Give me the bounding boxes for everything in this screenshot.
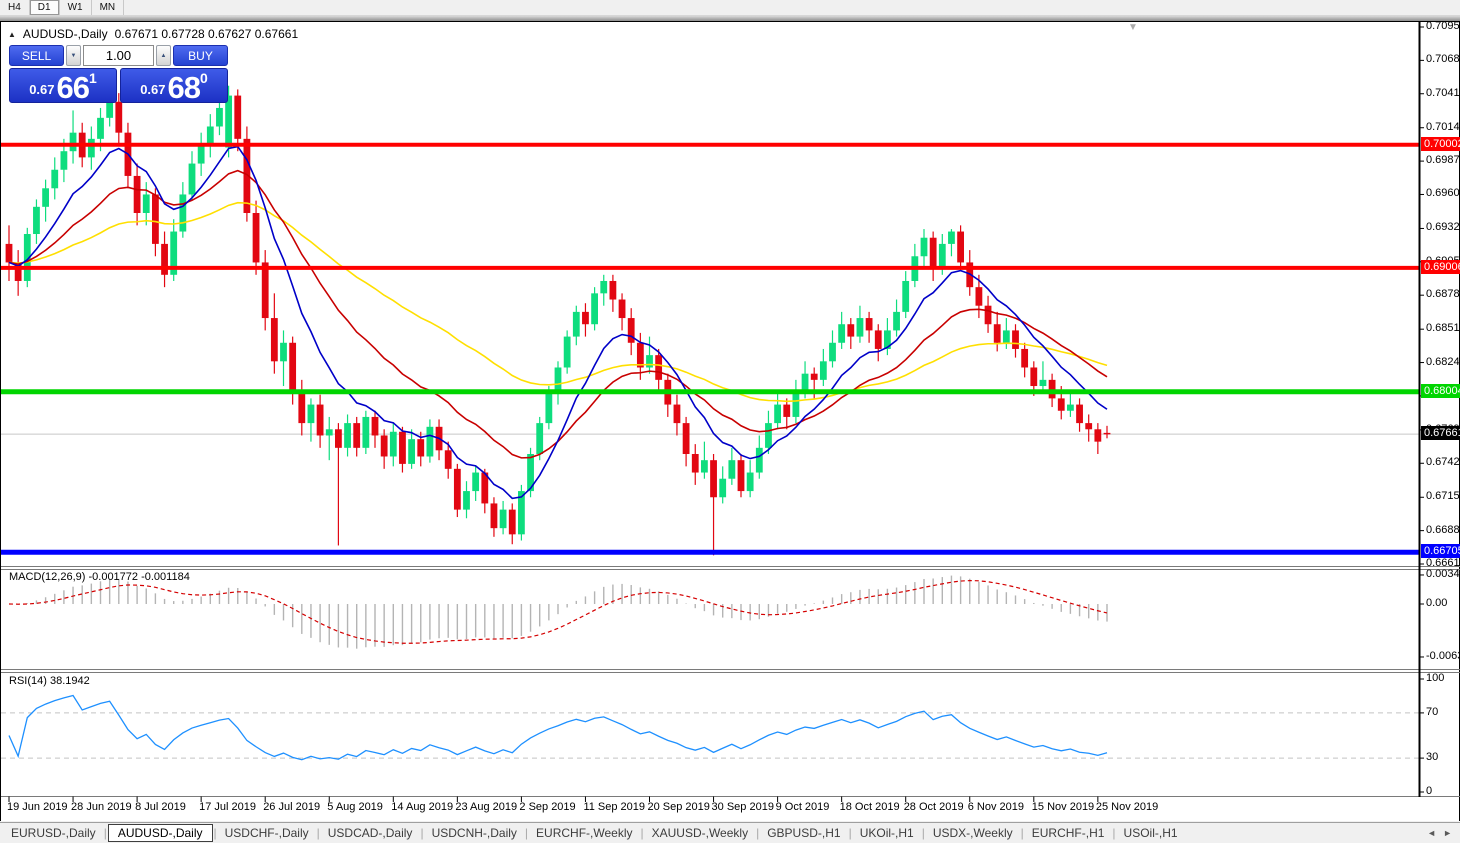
date-label: 6 Nov 2019 — [968, 801, 1024, 813]
price-tick-label: 0.66880 — [1426, 524, 1460, 537]
sell-price-point: 1 — [89, 70, 97, 86]
volume-input[interactable] — [83, 45, 154, 66]
rsi-scale-label: 70 — [1426, 706, 1438, 719]
price-line-label: 0.66705 — [1421, 544, 1460, 558]
timeframe-button-mn[interactable]: MN — [92, 0, 125, 15]
sell-quote[interactable]: 0.67 66 1 — [9, 68, 117, 103]
timeframe-button-d1[interactable]: D1 — [30, 0, 60, 15]
date-label: 8 Jul 2019 — [135, 801, 186, 813]
volume-decrease-button[interactable]: ▼ — [66, 45, 81, 66]
arrow-up-icon: ▲ — [161, 53, 167, 59]
tab-usdcnh-daily[interactable]: USDCNH-,Daily — [425, 825, 524, 841]
tab-gbpusd-h1[interactable]: GBPUSD-,H1 — [760, 825, 847, 841]
price-line-label: 0.70002 — [1421, 137, 1460, 151]
timeframe-button-w1[interactable]: W1 — [60, 0, 92, 15]
current-price-label: 0.67661 — [1421, 426, 1460, 440]
collapse-panel-icon[interactable]: ▲ — [8, 30, 16, 39]
one-click-trading-panel: SELL ▼ ▲ BUY 0.67 66 1 0.67 68 0 — [9, 45, 228, 103]
date-label: 5 Aug 2019 — [327, 801, 383, 813]
tab-eurusd-daily[interactable]: EURUSD-,Daily — [4, 825, 103, 841]
tab-usdchf-daily[interactable]: USDCHF-,Daily — [218, 825, 316, 841]
volume-increase-button[interactable]: ▲ — [156, 45, 171, 66]
date-label: 23 Aug 2019 — [455, 801, 517, 813]
price-line-label: 0.69006 — [1421, 260, 1460, 274]
chart-tab-bar: EURUSD-,Daily|AUDUSD-,Daily|USDCHF-,Dail… — [0, 822, 1460, 843]
chart-symbol-title: AUDUSD-,Daily — [23, 27, 108, 41]
macd-indicator-label: MACD(12,26,9) -0.001772 -0.001184 — [9, 571, 190, 583]
chart-shift-icon[interactable]: ▼ — [1128, 22, 1138, 33]
tab-ukoil-h1[interactable]: UKOil-,H1 — [853, 825, 921, 841]
price-tick-label: 0.68785 — [1426, 288, 1460, 301]
date-label: 18 Oct 2019 — [840, 801, 900, 813]
sell-button[interactable]: SELL — [9, 45, 64, 66]
sell-price-pips: 66 — [57, 75, 89, 100]
buy-quote[interactable]: 0.67 68 0 — [120, 68, 228, 103]
price-tick-label: 0.69600 — [1426, 187, 1460, 200]
tab-audusd-daily[interactable]: AUDUSD-,Daily — [108, 824, 213, 842]
tabs-scroll-left-icon[interactable]: ◄ — [1427, 828, 1436, 838]
sell-price-prefix: 0.67 — [29, 82, 54, 97]
date-label: 30 Sep 2019 — [712, 801, 774, 813]
price-line-label: 0.68004 — [1421, 384, 1460, 398]
date-label: 28 Jun 2019 — [71, 801, 132, 813]
chart-window: ▲ AUDUSD-,Daily 0.67671 0.67728 0.67627 … — [0, 21, 1460, 821]
price-tick-label: 0.70955 — [1426, 20, 1460, 33]
price-tick-label: 0.67425 — [1426, 456, 1460, 469]
date-label: 20 Sep 2019 — [648, 801, 710, 813]
date-label: 15 Nov 2019 — [1032, 801, 1094, 813]
tab-usoil-h1[interactable]: USOil-,H1 — [1117, 825, 1185, 841]
date-label: 19 Jun 2019 — [7, 801, 68, 813]
buy-button[interactable]: BUY — [173, 45, 228, 66]
date-label: 17 Jul 2019 — [199, 801, 256, 813]
tab-xauusd-weekly[interactable]: XAUUSD-,Weekly — [645, 825, 755, 841]
tabs-scroll-right-icon[interactable]: ► — [1443, 828, 1452, 838]
rsi-scale-label: 100 — [1426, 672, 1444, 685]
price-tick-label: 0.70415 — [1426, 87, 1460, 100]
timeframe-button-h4[interactable]: H4 — [0, 0, 30, 15]
chart-ohlc-values: 0.67671 0.67728 0.67627 0.67661 — [115, 27, 299, 41]
date-label: 9 Oct 2019 — [776, 801, 830, 813]
date-label: 26 Jul 2019 — [263, 801, 320, 813]
rsi-scale-label: 30 — [1426, 751, 1438, 764]
price-tick-label: 0.67150 — [1426, 490, 1460, 503]
price-tick-label: 0.68240 — [1426, 356, 1460, 369]
price-tick-label: 0.70685 — [1426, 53, 1460, 66]
price-tick-label: 0.70140 — [1426, 121, 1460, 134]
date-label: 14 Aug 2019 — [391, 801, 453, 813]
macd-scale-label: 0.00 — [1426, 597, 1447, 610]
tab-usdcad-daily[interactable]: USDCAD-,Daily — [321, 825, 420, 841]
buy-price-prefix: 0.67 — [140, 82, 165, 97]
price-tick-label: 0.69325 — [1426, 221, 1460, 234]
date-label: 2 Sep 2019 — [519, 801, 575, 813]
chart-title-row: ▲ AUDUSD-,Daily 0.67671 0.67728 0.67627 … — [8, 27, 298, 41]
macd-scale-label: 0.00349 — [1426, 568, 1460, 581]
price-chart-canvas[interactable] — [1, 22, 1460, 822]
date-label: 25 Nov 2019 — [1096, 801, 1158, 813]
tab-usdx-weekly[interactable]: USDX-,Weekly — [926, 825, 1020, 841]
rsi-indicator-label: RSI(14) 38.1942 — [9, 675, 90, 687]
rsi-scale-label: 0 — [1426, 785, 1432, 798]
date-label: 28 Oct 2019 — [904, 801, 964, 813]
buy-price-point: 0 — [200, 70, 208, 86]
price-tick-label: 0.69870 — [1426, 154, 1460, 167]
tab-eurchf-weekly[interactable]: EURCHF-,Weekly — [529, 825, 639, 841]
macd-scale-label: -0.00637 — [1426, 650, 1460, 663]
arrow-down-icon: ▼ — [71, 53, 77, 59]
price-tick-label: 0.68510 — [1426, 322, 1460, 335]
buy-price-pips: 68 — [168, 75, 200, 100]
date-label: 11 Sep 2019 — [583, 801, 645, 813]
tab-eurchf-h1[interactable]: EURCHF-,H1 — [1025, 825, 1112, 841]
timeframe-toolbar: H4D1W1MN — [0, 0, 1460, 16]
